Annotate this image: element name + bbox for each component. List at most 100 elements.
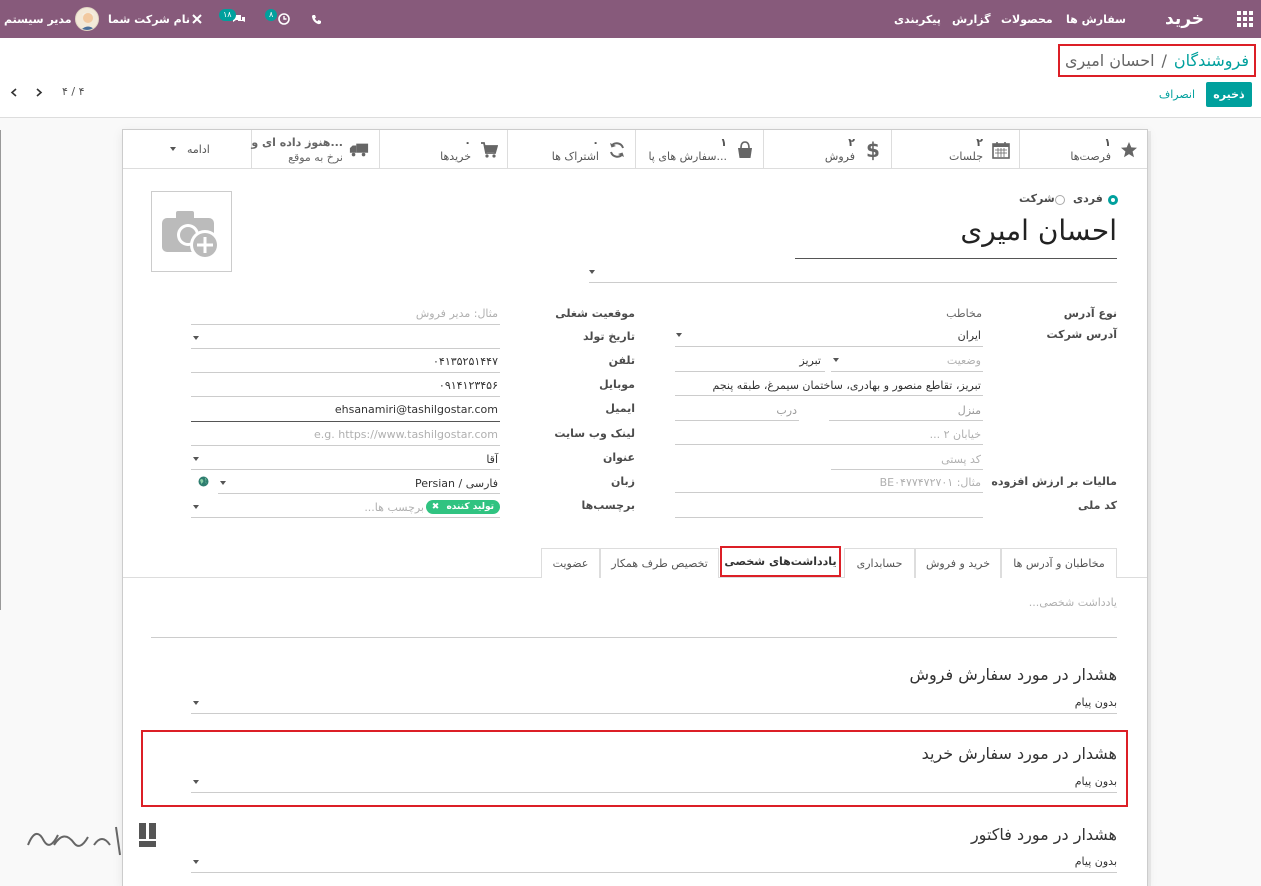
purchases-button[interactable]: ۰ خریدها: [379, 130, 507, 169]
title-field[interactable]: آقا: [191, 449, 500, 469]
user-name: مدیر سیستم: [4, 12, 72, 26]
tab-partner-assignment[interactable]: تخصیص طرف همکار: [600, 548, 719, 578]
purchase-warning-field[interactable]: بدون پیام: [191, 772, 1117, 792]
city-field[interactable]: تبریز: [675, 350, 825, 370]
mobile-field[interactable]: ۰۹۱۴۱۲۳۴۵۶: [191, 375, 500, 395]
country-field[interactable]: ایران: [675, 326, 983, 346]
refresh-icon: [607, 140, 627, 160]
shopping-cart-icon: [479, 140, 499, 160]
menu-orders[interactable]: سفارش ها: [1066, 13, 1126, 26]
caret-down-icon: [170, 147, 176, 151]
breadcrumb-current: احسان امیری: [1065, 51, 1155, 70]
door-field[interactable]: درب: [675, 400, 799, 420]
website-label: لینک وب سایت: [554, 427, 635, 440]
address-type-value[interactable]: مخاطب: [946, 307, 982, 320]
voip-button[interactable]: [311, 0, 322, 38]
individual-radio[interactable]: [1108, 195, 1118, 205]
tab-accounting[interactable]: حسابداری: [844, 548, 915, 578]
street-field[interactable]: تبریز، تقاطع منصور و بهادری، ساختمان سیم…: [675, 375, 983, 395]
opportunities-label: فرصت‌ها: [1070, 150, 1111, 163]
subscriptions-button[interactable]: ۰ اشتراک ها: [507, 130, 635, 169]
street-underline: [675, 395, 983, 396]
discard-button[interactable]: انصراف: [1159, 82, 1195, 107]
menu-reports[interactable]: گزارش: [952, 13, 991, 26]
invoice-warning-field[interactable]: بدون پیام: [191, 852, 1117, 872]
shopping-bag-icon: [735, 140, 755, 160]
mobile-value: ۰۹۱۴۱۲۳۴۵۶: [438, 379, 498, 392]
house-field[interactable]: منزل: [829, 400, 983, 420]
sales-button[interactable]: $ ۲ فروش: [763, 130, 891, 169]
tab-contacts-addresses[interactable]: مخاطبان و آدرس ها: [1001, 548, 1117, 578]
website-underline: [191, 445, 500, 446]
pos-orders-button[interactable]: ۱ سفارش های پا...: [635, 130, 763, 169]
breadcrumb: فروشندگان / احسان امیری: [1058, 44, 1256, 77]
title-caret: [193, 457, 199, 461]
partner-name-field[interactable]: احسان امیری: [795, 214, 1117, 247]
language-field[interactable]: Persian / فارسی: [218, 473, 500, 493]
on-time-rate-button[interactable]: هنوز داده ای و... نرخ به موقع: [251, 130, 379, 169]
form-sheet: ۱ فرصت‌ها ۲ جلسات $ ۲ فروش ۱ سفارش های پ…: [122, 129, 1148, 886]
pos-orders-count: ۱: [720, 136, 727, 149]
state-underline: [831, 371, 983, 372]
tag-manufacturer[interactable]: تولید کننده ✖: [425, 500, 500, 514]
personal-notes-field[interactable]: یادداشت شخصی...: [151, 592, 1117, 637]
zip-field[interactable]: کد پستی: [831, 449, 983, 469]
email-field[interactable]: ehsanamiri@tashilgostar.com: [191, 399, 500, 419]
tab-sales-purchase[interactable]: خرید و فروش: [915, 548, 1001, 578]
parent-company-caret[interactable]: [589, 270, 595, 274]
sales-count: ۲: [848, 136, 855, 149]
title-underline: [191, 469, 500, 470]
top-navbar: خرید سفارش ها محصولات گزارش پیکربندی مدی…: [0, 0, 1261, 38]
phone-value: ۰۴۱۳۵۲۵۱۴۴۷: [433, 355, 498, 368]
partner-image[interactable]: [151, 191, 232, 272]
tags-underline: [191, 517, 500, 518]
apps-menu-button[interactable]: [1237, 0, 1253, 38]
more-label: ادامه: [187, 143, 210, 156]
opportunities-button[interactable]: ۱ فرصت‌ها: [1019, 130, 1147, 169]
pager-value[interactable]: ۴ / ۴: [62, 85, 85, 98]
debug-tools-button[interactable]: [191, 0, 203, 38]
menu-products[interactable]: محصولات: [1001, 13, 1053, 26]
state-field[interactable]: وضعیت: [831, 350, 983, 370]
tools-icon: [192, 14, 202, 24]
mobile-label: موبایل: [599, 378, 635, 391]
language-caret: [220, 481, 226, 485]
birthday-label: تاریخ تولد: [583, 330, 635, 343]
more-button[interactable]: ادامه: [123, 130, 251, 169]
globe-icon[interactable]: [198, 476, 209, 490]
city-value: تبریز: [799, 354, 821, 367]
user-menu[interactable]: مدیر سیستم: [4, 0, 99, 38]
house-underline: [829, 420, 983, 421]
save-button[interactable]: ذخیره: [1206, 82, 1252, 107]
tab-personal-notes[interactable]: یادداشت‌های شخصی: [720, 546, 841, 577]
tags-field[interactable]: تولید کننده ✖ برچسب ها...: [191, 497, 500, 517]
national-code-field[interactable]: [675, 497, 983, 517]
website-field[interactable]: e.g. https://www.tashilgostar.com: [191, 424, 500, 444]
pager-previous-icon[interactable]: [10, 88, 19, 97]
partner-name: احسان امیری: [960, 214, 1117, 247]
personal-notes-placeholder: یادداشت شخصی...: [1028, 596, 1117, 609]
invoice-warning-title: هشدار در مورد فاکتور: [970, 825, 1117, 844]
company-radio[interactable]: [1055, 195, 1065, 205]
street2-field[interactable]: خیابان ۲ ...: [675, 424, 983, 444]
subscriptions-label: اشتراک ها: [551, 150, 599, 163]
company-switcher[interactable]: نام شرکت شما: [108, 0, 190, 38]
menu-configuration[interactable]: پیکربندی: [894, 13, 941, 26]
phone-field[interactable]: ۰۴۱۳۵۲۵۱۴۴۷: [191, 351, 500, 371]
messages-badge: ۱۸: [219, 9, 236, 21]
job-position-field[interactable]: مثال: مدیر فروش: [191, 303, 500, 323]
job-position-underline: [191, 324, 500, 325]
birthday-field[interactable]: [191, 328, 500, 348]
tag-remove-icon[interactable]: ✖: [432, 502, 440, 512]
company-name: نام شرکت شما: [108, 12, 191, 26]
breadcrumb-vendors-link[interactable]: فروشندگان: [1174, 51, 1249, 70]
door-underline: [675, 420, 799, 421]
pager-next-icon[interactable]: [34, 88, 43, 97]
sale-warning-field[interactable]: بدون پیام: [191, 693, 1117, 713]
purchase-warning-title: هشدار در مورد سفارش خرید: [921, 744, 1117, 763]
meetings-button[interactable]: ۲ جلسات: [891, 130, 1019, 169]
tab-membership[interactable]: عضویت: [541, 548, 600, 578]
activity-menu[interactable]: [278, 0, 290, 38]
vat-field[interactable]: مثال: BE۰۴۷۷۴۷۲۷۰۱: [675, 472, 983, 492]
job-position-label: موقعیت شغلی: [555, 307, 635, 320]
